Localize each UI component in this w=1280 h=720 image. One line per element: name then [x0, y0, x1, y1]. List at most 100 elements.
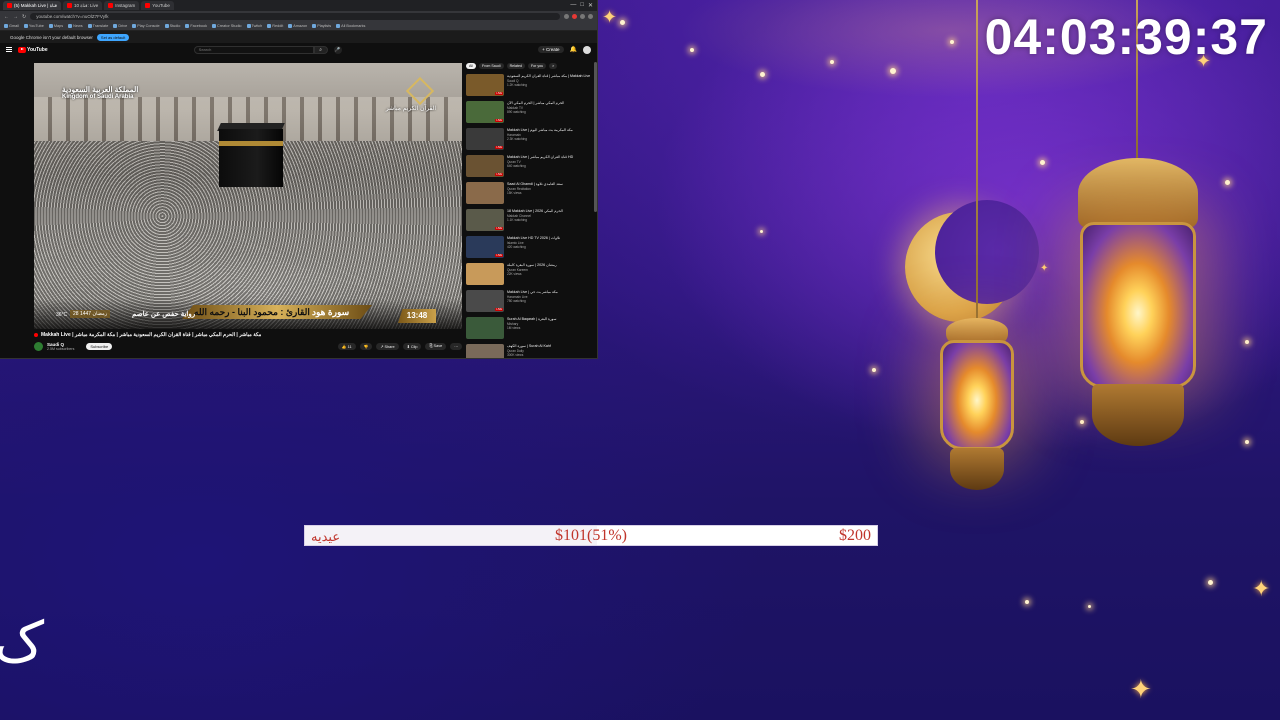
kiswa-band: [219, 141, 283, 146]
recommendation-item[interactable]: Surah Al Baqarah | سورة البقرة Mishary 1M …: [466, 317, 596, 344]
video-thumbnail[interactable]: LIVE: [466, 101, 504, 123]
bookmark-item[interactable]: Reddit: [267, 24, 283, 28]
filter-chip[interactable]: From Saudi: [479, 62, 504, 69]
recommendation-item[interactable]: LIVE Makkah Live | مكة مباشر بث حي Haramai…: [466, 290, 596, 317]
recommendation-title: Saad Al Ghamdi | سعد الغامدي تلاوة: [507, 182, 563, 186]
bookmark-item[interactable]: Creator Studio: [212, 24, 242, 28]
bookmark-item[interactable]: Amazon: [288, 24, 307, 28]
bookmark-item[interactable]: Play Console: [132, 24, 160, 28]
bookmark-item[interactable]: News: [68, 24, 83, 28]
bookmark-item[interactable]: Facebook: [185, 24, 207, 28]
recommendation-item[interactable]: LIVE Makkah Live | مكة المكرمة بث مباشر ا…: [466, 128, 596, 155]
bookmark-item[interactable]: Twitch: [246, 24, 262, 28]
search-icon[interactable]: ⌕: [313, 45, 328, 54]
page-scrollbar[interactable]: [594, 62, 597, 212]
video-action-button[interactable]: 👎: [359, 343, 373, 350]
recommendation-stats: 1.1K watching: [507, 218, 528, 223]
video-thumbnail[interactable]: LIVE: [466, 290, 504, 312]
video-thumbnail[interactable]: LIVE: [466, 155, 504, 177]
extension-icon[interactable]: [572, 14, 577, 19]
video-action-button[interactable]: ⎘ Save: [425, 343, 447, 350]
live-badge: LIVE: [495, 173, 503, 176]
video-thumbnail[interactable]: [466, 263, 504, 285]
recommendation-item[interactable]: رمضان 2026 | سورة البقرة كاملة Quran Kare…: [466, 263, 596, 290]
video-player[interactable]: المملكة العربية السعودية Kingdom of Saud…: [34, 63, 462, 329]
recommendation-title: رمضان 2026 | سورة البقرة كاملة: [507, 263, 557, 267]
video-action-button[interactable]: 👍 11: [337, 343, 356, 350]
extension-icon[interactable]: [580, 14, 585, 19]
recommendation-item[interactable]: LIVE Makkah Live | قناة القرآن الكريم مبا…: [466, 155, 596, 182]
recommendation-title: Makkah Live HD TV 2026 | تلاوات: [507, 236, 561, 240]
bookmark-item[interactable]: YouTube: [23, 24, 44, 28]
recommendation-info: مكة مباشر | قناة القرآن الكريم السعودية …: [507, 74, 596, 101]
donation-goal-bar: عيديه $101(51%) $200: [304, 525, 878, 546]
bookmark-item[interactable]: Drive: [113, 24, 127, 28]
tab-favicon-icon: [145, 3, 151, 8]
recommendation-title: Makkah Live | مكة المكرمة بث مباشر اليوم: [507, 128, 573, 132]
light-dot: [950, 40, 954, 44]
channel-avatar[interactable]: [34, 342, 43, 351]
bell-icon[interactable]: 🔔: [570, 46, 577, 53]
profile-icon[interactable]: [588, 14, 593, 19]
sparkle-icon: ✦: [1252, 576, 1271, 601]
light-dot: [760, 230, 763, 233]
bookmark-item[interactable]: Translate: [87, 24, 108, 28]
video-thumbnail[interactable]: LIVE: [466, 236, 504, 258]
bookmark-item[interactable]: Maps: [48, 24, 63, 28]
video-thumbnail[interactable]: LIVE: [466, 209, 504, 231]
video-thumbnail[interactable]: LIVE: [466, 74, 504, 96]
recommendation-item[interactable]: LIVE Makkah Live HD TV 2026 | تلاوات Islam…: [466, 236, 596, 263]
recommendation-item[interactable]: LIVE الحرم المكي مباشر | الحرم المكي الآن…: [466, 101, 596, 128]
video-thumbnail[interactable]: [466, 317, 504, 339]
video-meta: Makkah Live | مكة مباشر | الحرم المكي مب…: [34, 332, 462, 351]
live-badge: LIVE: [495, 146, 503, 149]
close-icon[interactable]: ✕: [588, 2, 593, 9]
filter-chip[interactable]: Related: [506, 62, 525, 69]
bookmark-item[interactable]: Gmail: [4, 24, 19, 28]
bookmark-item[interactable]: All Bookmarks: [336, 24, 365, 28]
subscribe-button[interactable]: Subscribe: [86, 343, 113, 350]
filter-chip[interactable]: For you: [527, 62, 547, 69]
browser-tab[interactable]: (5) Makkah Live | قناة: [3, 1, 61, 10]
search-input[interactable]: Search: [193, 45, 314, 54]
create-button[interactable]: + Create: [538, 46, 564, 53]
recommendation-item[interactable]: LIVE 18 Makkah Live | الحرم المكي 2026 Mak…: [466, 209, 596, 236]
extension-icon[interactable]: [564, 14, 569, 19]
video-thumbnail[interactable]: [466, 182, 504, 204]
recommendation-item[interactable]: LIVE مكة مباشر | قناة القرآن الكريم السعو…: [466, 74, 596, 101]
browser-tab[interactable]: Instagram: [104, 1, 140, 10]
browser-tab[interactable]: YouTube: [141, 1, 174, 10]
back-icon[interactable]: ←: [4, 14, 9, 20]
filter-chip[interactable]: >: [549, 62, 558, 69]
microphone-icon[interactable]: 🎤: [333, 45, 342, 54]
forward-icon[interactable]: →: [13, 14, 18, 20]
quran-channel-logo-text: القرآن الكريم مباشر: [385, 106, 436, 112]
recommendation-item[interactable]: سورة الكهف | Surah Al Kahf Quran Daily 300…: [466, 344, 596, 358]
hamburger-menu-icon[interactable]: [6, 47, 12, 52]
bookmarks-bar: Gmail YouTube Maps News Translate Drive Play C…: [0, 22, 597, 31]
extensions-area: [564, 14, 593, 19]
video-thumbnail[interactable]: LIVE: [466, 128, 504, 150]
video-action-button[interactable]: ⋯: [450, 343, 462, 350]
url-field[interactable]: youtube.com/watch?v=nuOlZ7FVyfk: [30, 13, 560, 20]
default-browser-notice: Google Chrome isn't your default browser…: [0, 31, 597, 43]
countdown-timer: 04:03:39:37: [984, 9, 1268, 65]
video-action-button[interactable]: ↗ Share: [376, 343, 399, 350]
video-thumbnail[interactable]: [466, 344, 504, 358]
filter-chip[interactable]: All: [466, 62, 476, 69]
youtube-logo[interactable]: YouTube: [18, 46, 48, 53]
maximize-icon[interactable]: □: [580, 2, 584, 9]
set-default-button[interactable]: Set as default: [96, 33, 130, 41]
browser-tab[interactable]: قناة 10: Live: [62, 1, 103, 10]
account-avatar[interactable]: [583, 45, 591, 54]
temperature: 36°C: [56, 312, 68, 318]
reload-icon[interactable]: ↻: [22, 14, 26, 20]
tab-label: Instagram: [115, 3, 136, 8]
recommendation-info: الحرم المكي مباشر | الحرم المكي الآن Makk…: [507, 101, 596, 128]
video-action-button[interactable]: ⬇ Clip: [402, 343, 422, 350]
bookmark-item[interactable]: Playlists: [312, 24, 331, 28]
minimize-icon[interactable]: —: [570, 2, 576, 9]
recommendation-item[interactable]: Saad Al Ghamdi | سعد الغامدي تلاوة Quran …: [466, 182, 596, 209]
light-dot: [690, 48, 694, 52]
bookmark-item[interactable]: Studio: [164, 24, 180, 28]
